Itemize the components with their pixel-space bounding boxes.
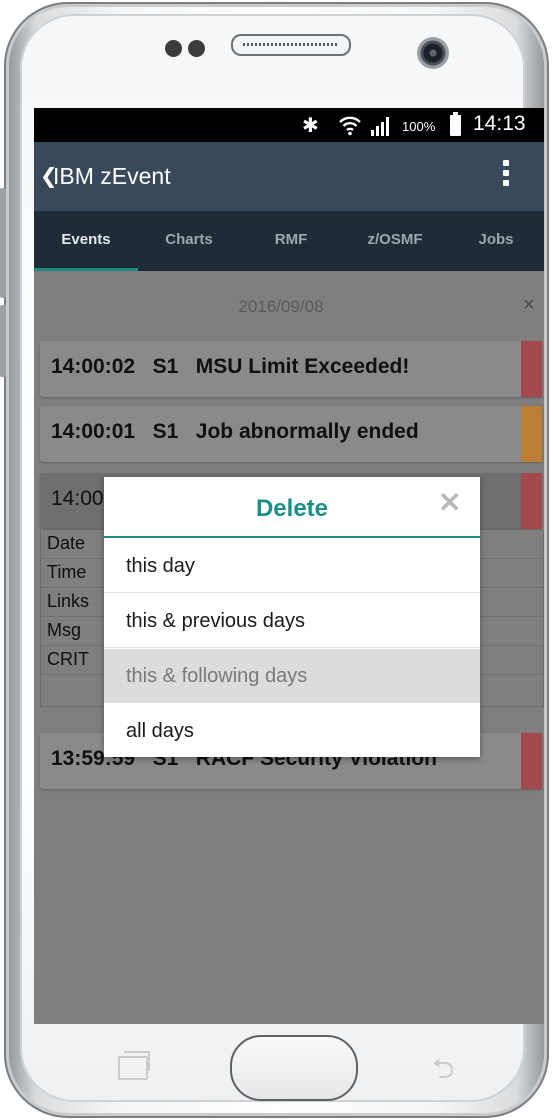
home-button[interactable]	[230, 1035, 358, 1101]
delete-option-this-day[interactable]: this day	[104, 539, 480, 593]
sensor-dot	[188, 40, 205, 57]
tab-charts[interactable]: Charts	[138, 211, 240, 271]
dialog-close-icon[interactable]: ✕	[438, 486, 461, 519]
severity-indicator	[521, 473, 542, 529]
tab-bar: Events Charts RMF z/OSMF Jobs	[34, 211, 544, 271]
event-message: MSU Limit Exceeded!	[195, 355, 410, 378]
event-message: Job abnormally ended	[195, 420, 419, 443]
event-row[interactable]: 14:00:01 S1 Job abnormally ended	[40, 406, 542, 462]
event-time: 14:00:01	[51, 420, 136, 443]
delete-option-following-days[interactable]: this & following days	[104, 649, 480, 703]
clock: 14:13	[473, 112, 526, 135]
battery-percent: 100%	[402, 119, 436, 134]
tab-zosmf[interactable]: z/OSMF	[342, 211, 448, 271]
back-nav-icon[interactable]: ⮌	[432, 1048, 454, 1096]
delete-option-previous-days[interactable]: this & previous days	[104, 594, 480, 648]
signal-icon	[371, 117, 389, 136]
battery-icon	[450, 112, 461, 136]
event-text: 14:00:02 S1 MSU Limit Exceeded!	[51, 355, 409, 379]
app-bar: ❮ IBM zEvent	[34, 142, 544, 211]
dialog-divider	[104, 536, 480, 538]
status-bar: ✱ 100% 14:13	[34, 108, 544, 142]
event-system: S1	[152, 355, 179, 378]
recent-apps-icon[interactable]	[118, 1051, 150, 1080]
app-title: IBM zEvent	[53, 163, 171, 189]
date-header: 2016/09/08 ×	[34, 291, 544, 331]
overflow-menu-icon[interactable]	[501, 160, 511, 194]
sensor-dot	[165, 40, 182, 57]
date-label: 2016/09/08	[238, 297, 324, 316]
event-time: 14:00	[51, 487, 104, 510]
bixby-button	[0, 305, 6, 377]
close-date-icon[interactable]: ×	[523, 294, 535, 317]
volume-button	[0, 188, 6, 298]
severity-indicator	[521, 733, 542, 789]
delete-dialog: Delete ✕ this day this & previous days t…	[104, 477, 480, 757]
earpiece-speaker	[231, 34, 351, 56]
event-time: 14:00:02	[51, 355, 136, 378]
tab-jobs[interactable]: Jobs	[448, 211, 544, 271]
delete-option-all-days[interactable]: all days	[104, 704, 480, 758]
severity-indicator	[521, 341, 542, 397]
event-text: 14:00:01 S1 Job abnormally ended	[51, 420, 419, 444]
tab-events[interactable]: Events	[34, 211, 138, 271]
severity-indicator	[521, 406, 542, 462]
dialog-title: Delete	[255, 495, 329, 522]
event-system: S1	[152, 420, 179, 443]
tab-rmf[interactable]: RMF	[240, 211, 342, 271]
wifi-icon	[339, 116, 361, 136]
front-camera	[417, 37, 449, 69]
screen: ✱ 100% 14:13 ❮ IBM zEvent Events Charts …	[34, 108, 544, 1024]
bluetooth-icon: ✱	[302, 115, 319, 137]
event-row[interactable]: 14:00:02 S1 MSU Limit Exceeded!	[40, 341, 542, 397]
